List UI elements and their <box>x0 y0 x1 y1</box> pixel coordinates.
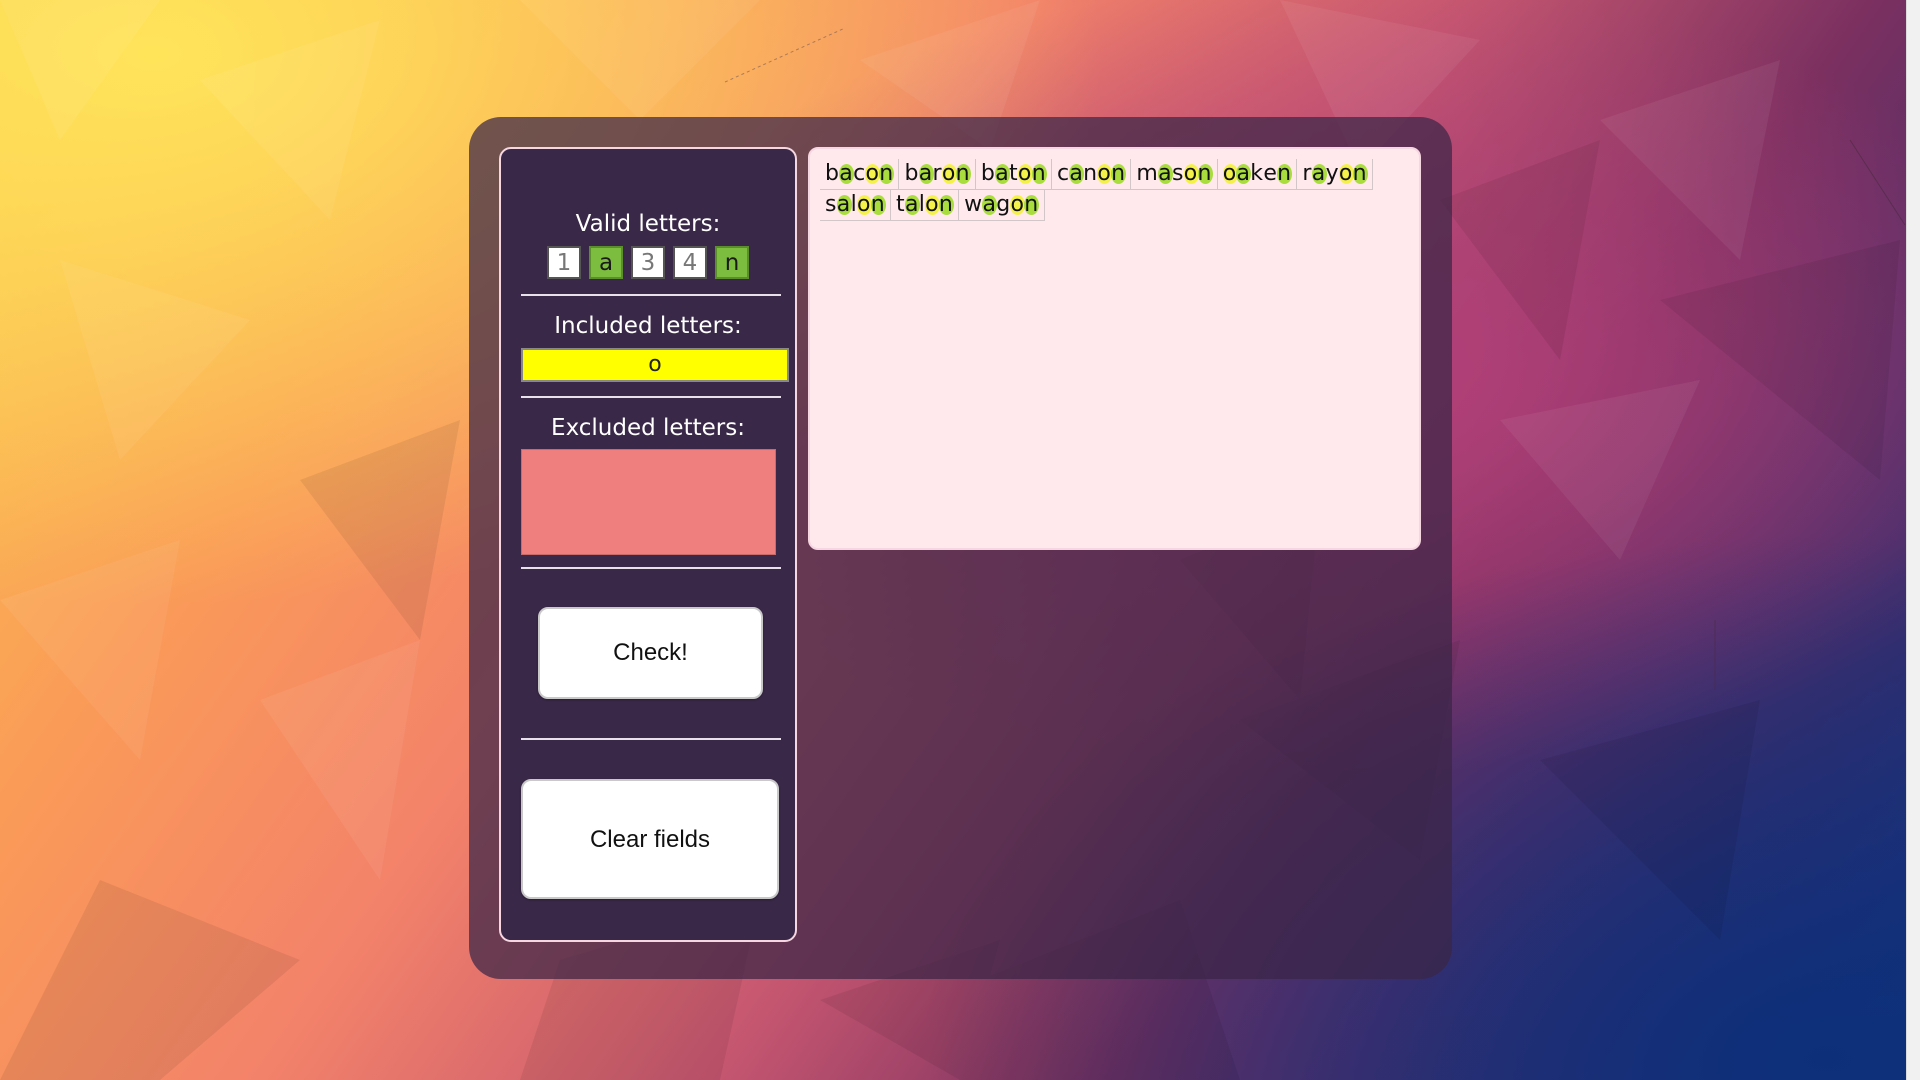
included-letters-label: Included letters: <box>554 313 742 339</box>
letter: m <box>1136 161 1159 186</box>
letter: b <box>980 161 996 186</box>
letter: b <box>904 161 919 186</box>
word-item: wagon <box>959 190 1045 221</box>
highlighted-letter: o <box>925 192 940 217</box>
letter: c <box>1056 161 1070 186</box>
valid-letter-slot-2[interactable]: a <box>589 246 623 279</box>
highlighted-letter: a <box>1158 161 1173 186</box>
letter: k <box>1250 161 1264 186</box>
highlighted-letter: n <box>1277 161 1293 186</box>
highlighted-letter: a <box>918 161 934 186</box>
highlighted-letter: n <box>870 192 887 217</box>
clear-fields-button[interactable]: Clear fields <box>521 779 779 899</box>
letter: t <box>896 192 905 217</box>
valid-letters-label: Valid letters: <box>575 211 721 237</box>
word-item: rayon <box>1297 159 1373 190</box>
included-letters-input[interactable]: o <box>521 348 789 382</box>
highlighted-letter: n <box>1031 161 1048 186</box>
highlighted-letter: n <box>879 161 895 186</box>
word-item: baton <box>975 159 1052 190</box>
excluded-letters-input[interactable] <box>521 449 776 555</box>
word-item: bacon <box>820 159 900 190</box>
sidebar-panel: Valid letters: 1 a 3 4 n Included letter… <box>499 147 797 942</box>
letter: t <box>1008 161 1018 186</box>
check-button[interactable]: Check! <box>538 607 763 699</box>
letter: s <box>825 192 837 217</box>
divider <box>521 396 781 398</box>
page-scrollbar[interactable] <box>1906 0 1920 1080</box>
highlighted-letter: n <box>1197 161 1213 186</box>
letter: b <box>825 161 840 186</box>
divider <box>521 294 781 296</box>
highlighted-letter: o <box>1010 192 1026 217</box>
word-item: talon <box>891 190 960 221</box>
highlighted-letter: a <box>1311 161 1327 186</box>
highlighted-letter: a <box>1069 161 1085 186</box>
letter: n <box>1083 161 1098 186</box>
highlighted-letter: n <box>1024 192 1040 217</box>
letter: r <box>1302 161 1312 186</box>
highlighted-letter: n <box>938 192 955 217</box>
word-item: salon <box>820 190 891 221</box>
highlighted-letter: a <box>836 192 852 217</box>
valid-letter-slot-3[interactable]: 3 <box>631 246 665 279</box>
word-item: mason <box>1131 159 1218 190</box>
word-item: baron <box>899 159 976 190</box>
highlighted-letter: n <box>1352 161 1369 186</box>
valid-letter-slot-4[interactable]: 4 <box>673 246 707 279</box>
valid-letter-slot-5[interactable]: n <box>715 246 749 279</box>
highlighted-letter: a <box>995 161 1010 186</box>
word-item: oaken <box>1217 159 1298 190</box>
letter: e <box>1263 161 1278 186</box>
app-container: Valid letters: 1 a 3 4 n Included letter… <box>469 117 1452 979</box>
word-item: canon <box>1051 159 1132 190</box>
highlighted-letter: a <box>1236 161 1252 186</box>
excluded-letters-label: Excluded letters: <box>551 415 745 441</box>
highlighted-letter: o <box>941 161 957 186</box>
highlighted-letter: o <box>1183 161 1199 186</box>
highlighted-letter: a <box>839 161 854 186</box>
valid-letters-row: 1 a 3 4 n <box>501 246 795 279</box>
letter: r <box>932 161 942 186</box>
highlighted-letter: o <box>1338 161 1354 186</box>
highlighted-letter: o <box>1097 161 1113 186</box>
letter: c <box>853 161 866 186</box>
letter: g <box>996 192 1011 217</box>
highlighted-letter: n <box>1111 161 1127 186</box>
highlighted-letter: n <box>955 161 972 186</box>
highlighted-letter: o <box>856 192 872 217</box>
divider <box>521 567 781 569</box>
highlighted-letter: a <box>904 192 920 217</box>
highlighted-letter: o <box>1017 161 1033 186</box>
divider <box>521 738 781 740</box>
highlighted-letter: a <box>982 192 998 217</box>
letter: w <box>964 192 983 217</box>
letter: y <box>1325 161 1339 186</box>
word-list: baconbaronbatoncanonmasonoakenrayonsalon… <box>820 159 1406 221</box>
valid-letter-slot-1[interactable]: 1 <box>547 246 581 279</box>
highlighted-letter: o <box>1222 161 1238 186</box>
highlighted-letter: o <box>865 161 881 186</box>
letter: s <box>1171 161 1184 186</box>
results-panel: baconbaronbatoncanonmasonoakenrayonsalon… <box>808 147 1421 550</box>
